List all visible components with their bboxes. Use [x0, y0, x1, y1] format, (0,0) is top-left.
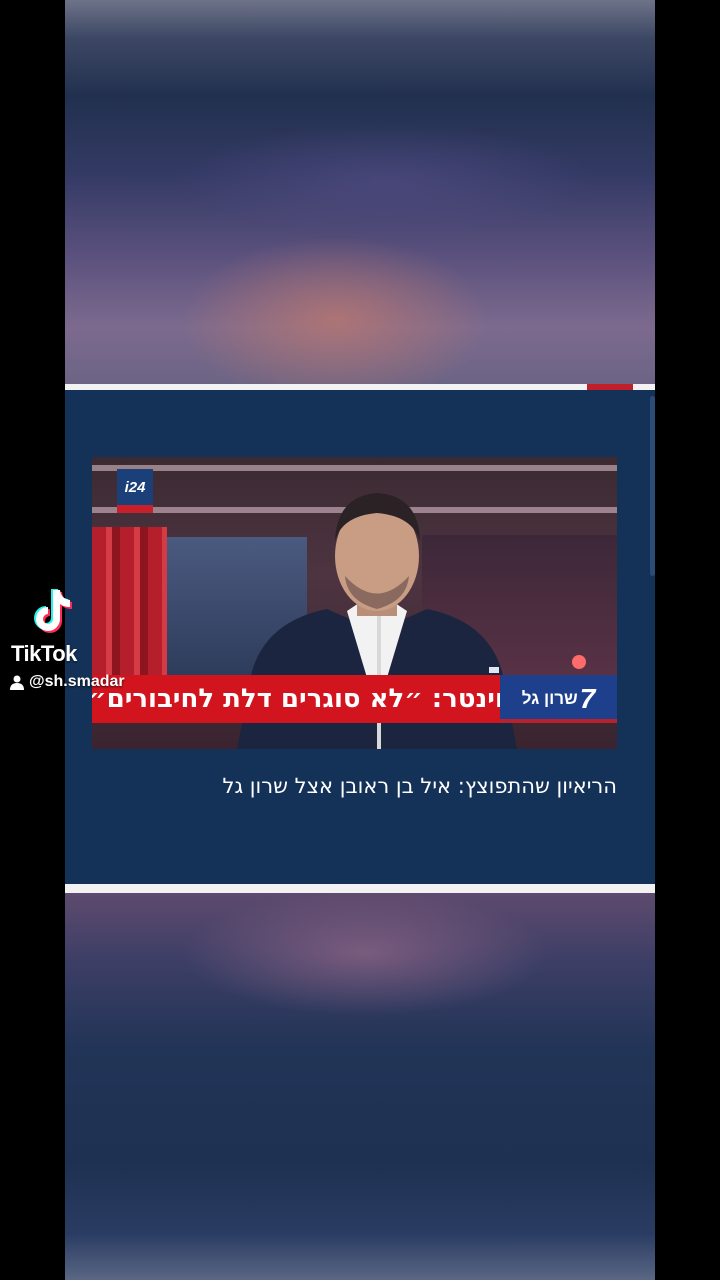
blurred-background-top [65, 0, 655, 385]
user-icon [10, 675, 24, 690]
tiktok-logo-icon [34, 589, 72, 633]
username-text: @sh.smadar [29, 673, 125, 690]
show-banner: שרון גל 7 [500, 675, 617, 723]
headline-text: וינטר: ״לא סוגרים דלת לחיבורים״ [92, 684, 504, 714]
show-number: 7 [579, 683, 596, 714]
headline-banner: וינטר: ״לא סוגרים דלת לחיבורים״ [92, 675, 504, 723]
video-frame[interactable]: i24 וינטר: ״לא סוגרים דלת לחיבורים״ שרון… [65, 0, 655, 1280]
bottom-divider [65, 884, 655, 893]
post-caption: הריאיון שהתפוצץ: איל בן ראובן אצל שרון ג… [222, 774, 617, 798]
channel-logo-strip [117, 505, 153, 513]
scroll-indicator [650, 396, 655, 576]
channel-logo: i24 [117, 469, 153, 505]
show-banner-underline [500, 719, 617, 723]
blurred-background-bottom [65, 893, 655, 1280]
news-still-image: i24 וינטר: ״לא סוגרים דלת לחיבורים״ שרון… [92, 457, 617, 749]
show-name: שרון גל [521, 689, 578, 708]
tiktok-wordmark: TikTok [11, 641, 77, 666]
post-panel: i24 וינטר: ״לא סוגרים דלת לחיבורים״ שרון… [65, 390, 655, 884]
tiktok-username: @sh.smadar [10, 673, 125, 691]
studio-light [572, 655, 586, 669]
